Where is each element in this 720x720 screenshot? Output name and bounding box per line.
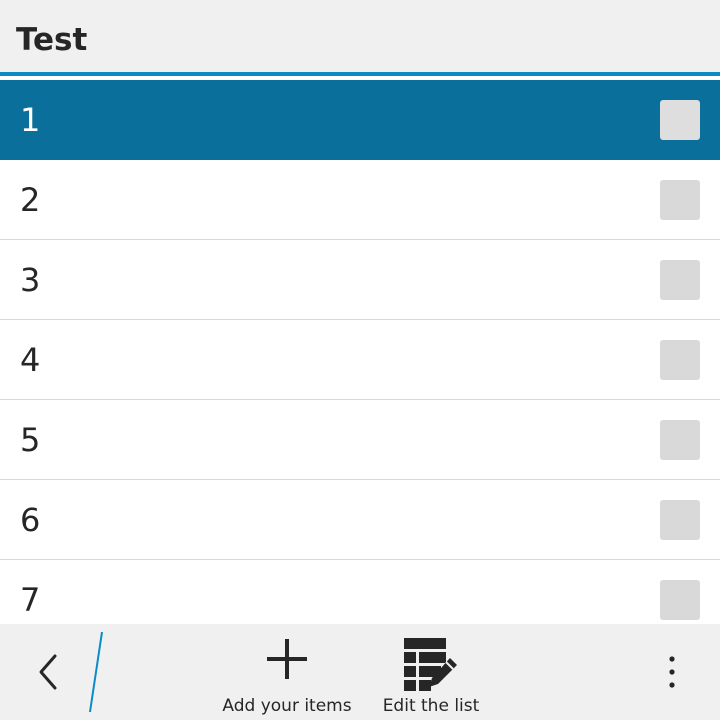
list-item-label: 2 [20, 181, 41, 219]
add-items-button[interactable]: Add your items [216, 624, 358, 720]
item-list: 1 2 3 4 5 6 7 [0, 80, 720, 624]
list-item-checkbox[interactable] [660, 180, 700, 220]
list-item-checkbox[interactable] [660, 100, 700, 140]
edit-list-button[interactable]: Edit the list [376, 624, 486, 720]
list-item[interactable]: 2 [0, 160, 720, 240]
overflow-menu-button[interactable] [652, 624, 692, 720]
list-item-checkbox[interactable] [660, 340, 700, 380]
plus-icon [264, 636, 310, 686]
list-item[interactable]: 7 [0, 560, 720, 624]
list-item[interactable]: 6 [0, 480, 720, 560]
page-title: Test [16, 22, 88, 58]
action-bar: Add your items Edit the list [0, 624, 720, 720]
list-item[interactable]: 3 [0, 240, 720, 320]
list-item-label: 7 [20, 581, 41, 619]
back-button[interactable] [20, 624, 110, 720]
chevron-left-icon [39, 631, 103, 713]
list-item-checkbox[interactable] [660, 500, 700, 540]
list-item[interactable]: 4 [0, 320, 720, 400]
list-item-checkbox[interactable] [660, 580, 700, 620]
list-item-checkbox[interactable] [660, 260, 700, 300]
list-edit-icon [402, 636, 460, 696]
list-item-checkbox[interactable] [660, 420, 700, 460]
list-item-label: 4 [20, 341, 41, 379]
add-items-label: Add your items [222, 696, 352, 716]
more-vertical-icon [669, 656, 675, 688]
list-item-label: 5 [20, 421, 41, 459]
edit-list-label: Edit the list [382, 696, 480, 716]
list-item[interactable]: 1 [0, 80, 720, 160]
list-item-label: 3 [20, 261, 41, 299]
list-item-label: 1 [20, 101, 41, 139]
title-bar: Test [0, 0, 720, 76]
list-item[interactable]: 5 [0, 400, 720, 480]
list-item-label: 6 [20, 501, 41, 539]
